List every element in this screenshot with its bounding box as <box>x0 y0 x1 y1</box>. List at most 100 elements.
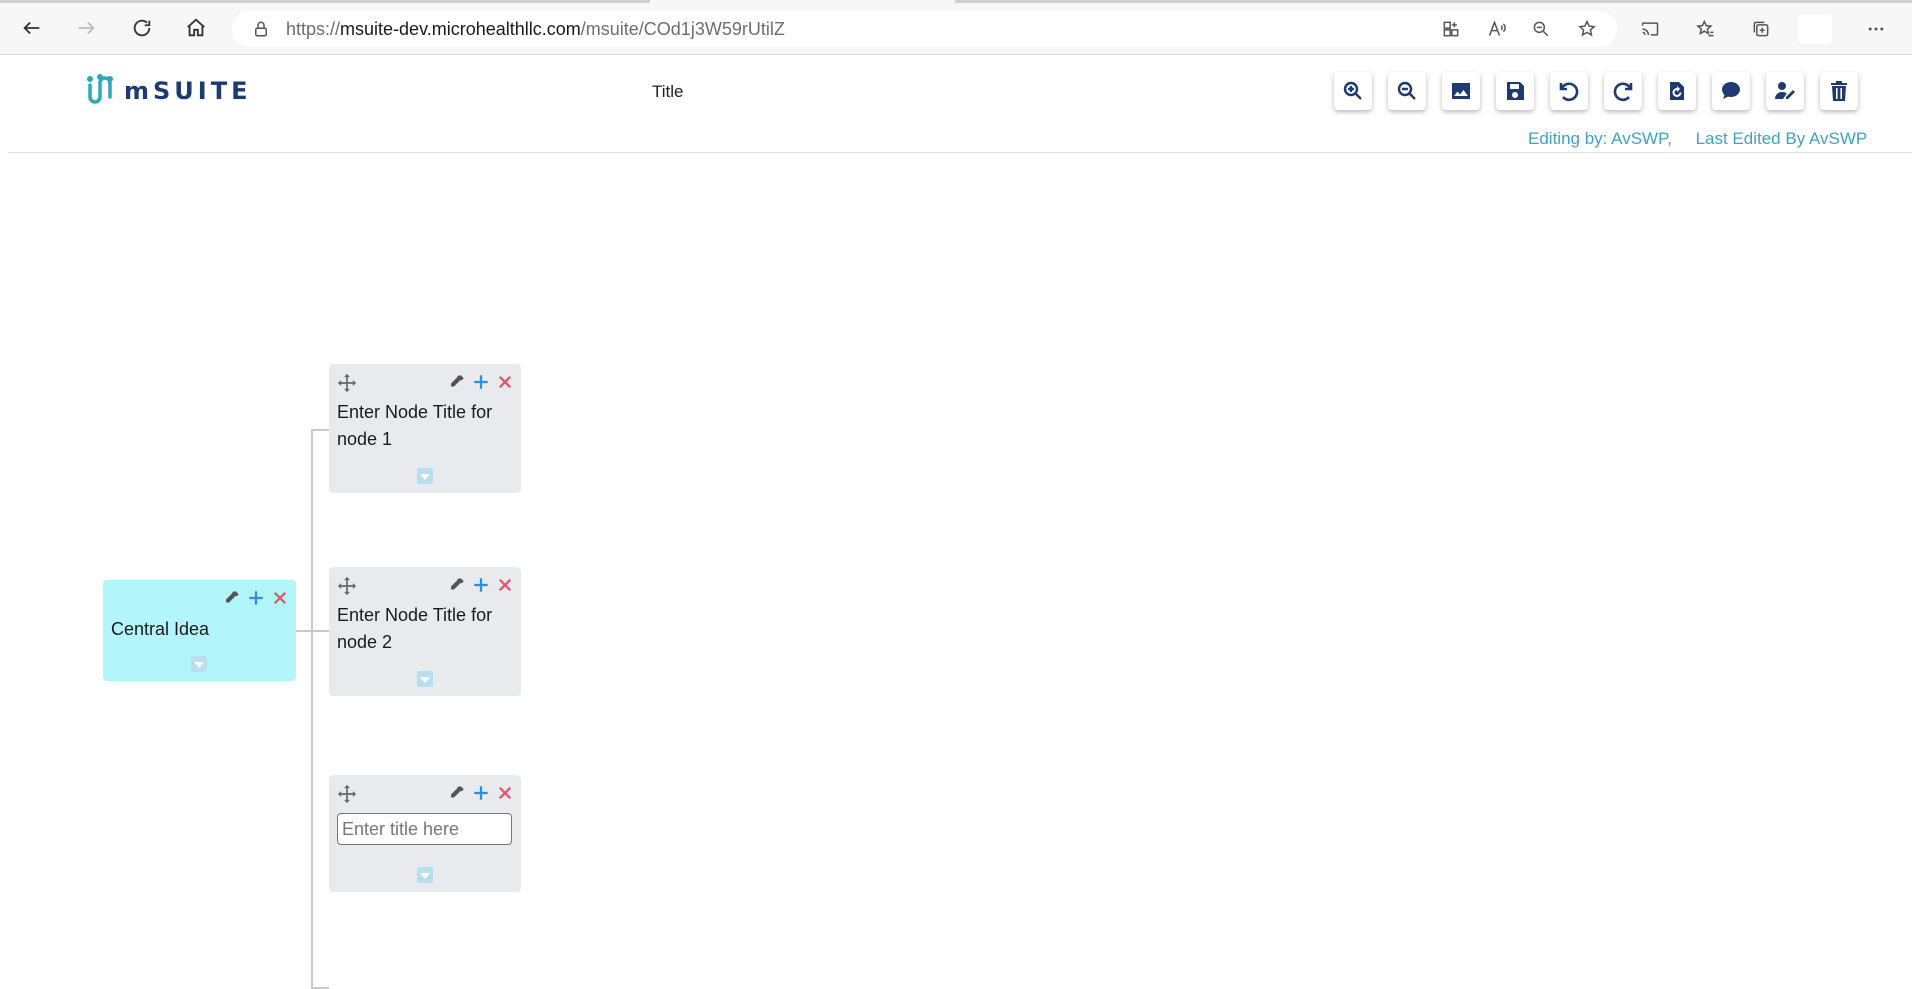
color-picker-button[interactable] <box>447 372 467 392</box>
edit-user-button[interactable] <box>1766 72 1804 110</box>
connector-line <box>311 429 313 989</box>
refresh-icon <box>133 19 151 37</box>
child-node[interactable]: Enter Node Title for node 1 <box>329 364 521 493</box>
save-button[interactable] <box>1496 72 1534 110</box>
connector-line <box>311 429 329 431</box>
undo-icon <box>1559 82 1579 102</box>
child-node[interactable]: Enter Node Title for node 2 <box>329 567 521 696</box>
delete-node-button[interactable] <box>495 372 515 392</box>
node-actions <box>447 783 515 803</box>
delete-map-button[interactable] <box>1820 72 1858 110</box>
home-button[interactable] <box>180 12 212 44</box>
delete-node-button[interactable] <box>495 575 515 595</box>
color-picker-button[interactable] <box>222 588 242 608</box>
lock-icon <box>255 21 267 37</box>
app-header: mSUITE Title Editing by: AvSWP, Last Edi… <box>0 55 1912 153</box>
add-favorite-button[interactable] <box>1573 15 1601 43</box>
collections-button[interactable] <box>1747 15 1775 43</box>
eyedropper-icon <box>226 591 239 603</box>
node-title[interactable]: Central Idea <box>111 616 209 643</box>
save-icon <box>1507 82 1524 100</box>
node-title[interactable]: Enter Node Title for node 1 <box>337 399 515 453</box>
app-available-button[interactable] <box>1437 15 1465 43</box>
node-actions <box>222 588 290 608</box>
add-child-button[interactable] <box>246 588 266 608</box>
back-arrow-icon <box>23 21 40 35</box>
map-toolbar <box>1334 72 1858 110</box>
add-child-button[interactable] <box>471 575 491 595</box>
url-domain: msuite-dev.microhealthllc.com <box>340 18 581 39</box>
close-icon <box>498 578 512 592</box>
export-image-button[interactable] <box>1442 72 1480 110</box>
node-actions <box>447 575 515 595</box>
msuite-logo-icon <box>87 74 113 104</box>
read-aloud-icon <box>1488 20 1506 36</box>
central-node[interactable]: Central Idea <box>103 580 296 681</box>
collapse-toggle[interactable] <box>417 671 433 687</box>
home-icon <box>187 18 205 37</box>
cast-icon <box>1641 22 1659 36</box>
edit-user-icon <box>1775 82 1795 99</box>
cast-button[interactable] <box>1636 15 1664 43</box>
refresh-button[interactable] <box>126 12 158 44</box>
star-add-icon <box>1578 19 1596 37</box>
map-title[interactable]: Title <box>652 82 684 102</box>
mindmap-canvas[interactable]: Central Idea Enter Node Title for node 1 <box>0 153 1912 989</box>
eyedropper-icon <box>451 786 464 798</box>
child-node-editing[interactable] <box>329 775 521 892</box>
tab-strip-indicator <box>0 0 650 3</box>
zoom-out-icon <box>1533 21 1549 37</box>
url-path: /msuite/COd1j3W59rUtilZ <box>580 18 785 39</box>
favorites-button[interactable] <box>1692 15 1720 43</box>
delete-node-button[interactable] <box>495 783 515 803</box>
plus-icon <box>474 786 488 800</box>
eyedropper-icon <box>451 375 464 387</box>
move-icon[interactable] <box>337 576 357 596</box>
connector-line <box>296 630 312 632</box>
back-button[interactable] <box>16 12 48 44</box>
color-picker-button[interactable] <box>447 575 467 595</box>
plus-icon <box>474 578 488 592</box>
delete-node-button[interactable] <box>270 588 290 608</box>
collapse-toggle[interactable] <box>417 468 433 484</box>
reset-button[interactable] <box>1658 72 1696 110</box>
address-bar[interactable]: https://msuite-dev.microhealthllc.com/ms… <box>232 11 1617 47</box>
collapse-toggle[interactable] <box>191 656 207 672</box>
move-icon[interactable] <box>337 784 357 804</box>
collapse-toggle[interactable] <box>417 867 433 883</box>
undo-button[interactable] <box>1550 72 1588 110</box>
image-icon <box>1452 83 1470 99</box>
trash-icon <box>1831 81 1847 101</box>
redo-icon <box>1613 82 1633 102</box>
zoom-in-icon <box>1343 81 1362 100</box>
browser-zoom-button[interactable] <box>1527 15 1555 43</box>
plus-icon <box>249 591 263 605</box>
eyedropper-icon <box>451 578 464 590</box>
comments-button[interactable] <box>1712 72 1750 110</box>
settings-more-button[interactable] <box>1862 15 1890 43</box>
read-aloud-button[interactable] <box>1483 15 1511 43</box>
comment-icon <box>1722 82 1740 99</box>
tab-strip-indicator <box>955 0 1912 3</box>
zoom-out-button[interactable] <box>1388 72 1426 110</box>
apps-icon <box>1443 21 1459 37</box>
close-icon <box>273 591 287 605</box>
editing-status: Editing by: AvSWP, Last Edited By AvSWP <box>1528 129 1868 148</box>
favorites-icon <box>1696 19 1714 37</box>
move-icon[interactable] <box>337 373 357 393</box>
profile-button[interactable] <box>1798 14 1832 44</box>
zoom-in-button[interactable] <box>1334 72 1372 110</box>
node-title-input[interactable] <box>337 813 512 845</box>
add-child-button[interactable] <box>471 783 491 803</box>
color-picker-button[interactable] <box>447 783 467 803</box>
forward-button[interactable] <box>70 12 102 44</box>
add-child-button[interactable] <box>471 372 491 392</box>
redo-button[interactable] <box>1604 72 1642 110</box>
plus-icon <box>474 375 488 389</box>
url-prefix: https:// <box>286 18 341 39</box>
node-title[interactable]: Enter Node Title for node 2 <box>337 602 515 656</box>
node-actions <box>447 372 515 392</box>
zoom-out-icon <box>1397 81 1416 100</box>
logo[interactable]: mSUITE <box>84 73 251 109</box>
logo-text: mSUITE <box>124 77 252 105</box>
